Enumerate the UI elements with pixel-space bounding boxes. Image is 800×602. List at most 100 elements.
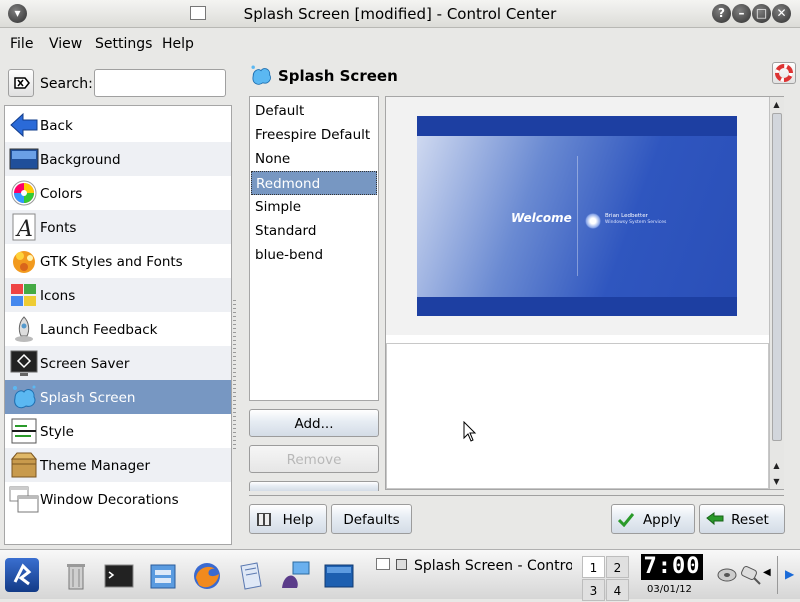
file-manager-icon[interactable] — [147, 560, 179, 592]
splash-preview-panel: Welcome Brian Ledbetter Windowsy System … — [386, 97, 769, 335]
add-button[interactable]: Add... — [249, 409, 379, 437]
menu-view[interactable]: View — [49, 36, 82, 52]
module-label: Theme Manager — [40, 458, 151, 474]
splash-screen-icon — [251, 65, 271, 85]
menu-help[interactable]: Help — [162, 36, 194, 52]
remove-button[interactable]: Remove — [249, 445, 379, 473]
trash-icon[interactable] — [60, 560, 92, 592]
task-app-icon — [376, 558, 390, 570]
scroll-up-icon[interactable]: ▲ — [770, 98, 783, 111]
menu-file[interactable]: File — [10, 36, 33, 52]
theme-item[interactable]: Default — [251, 99, 377, 123]
disk-icon[interactable] — [716, 564, 738, 586]
pager-desktop-3[interactable]: 3 — [582, 579, 605, 601]
module-item-fonts[interactable]: A Fonts — [5, 210, 231, 244]
reset-button-label: Reset — [731, 512, 769, 528]
mouse-cursor-icon — [463, 421, 477, 442]
search-input[interactable] — [94, 69, 226, 97]
start-menu-button[interactable] — [5, 558, 39, 592]
back-arrow-icon — [10, 112, 38, 138]
page-title: Splash Screen — [278, 67, 398, 85]
module-label: Launch Feedback — [40, 322, 158, 338]
module-label: Back — [40, 118, 73, 134]
taskbar-scroll-icon[interactable]: ▶ — [785, 567, 794, 581]
theme-item-selected[interactable]: Redmond — [251, 171, 377, 195]
tray-collapse-icon[interactable]: ◀ — [763, 567, 771, 578]
help-bottom-button[interactable]: Help — [249, 504, 327, 534]
splash-welcome-text: Welcome — [511, 211, 572, 225]
module-label: Screen Saver — [40, 356, 130, 372]
theme-item[interactable]: Freespire Default — [251, 123, 377, 147]
maximize-button[interactable]: □ — [752, 4, 771, 23]
pager-desktop-2[interactable]: 2 — [606, 556, 629, 578]
module-label: Style — [40, 424, 74, 440]
clear-search-button[interactable] — [8, 69, 34, 97]
splash-theme-list: Default Freespire Default None Redmond S… — [249, 96, 379, 401]
test-button-partial[interactable] — [249, 481, 379, 491]
desktop-preview-icon[interactable] — [323, 560, 355, 592]
tray-separator — [777, 556, 778, 594]
module-item-gtk-styles[interactable]: GTK Styles and Fonts — [5, 244, 231, 278]
theme-item[interactable]: Simple — [251, 195, 377, 219]
scroll-up-icon[interactable]: ▲ — [770, 459, 783, 472]
module-item-icons[interactable]: Icons — [5, 278, 231, 312]
module-item-window-decorations[interactable]: Window Decorations — [5, 482, 231, 516]
module-list: Back Background Colors A Fonts GTK Style… — [4, 105, 232, 545]
launch-feedback-icon — [15, 316, 33, 342]
theme-item[interactable]: None — [251, 147, 377, 171]
module-label: Window Decorations — [40, 492, 179, 508]
screen-saver-icon — [10, 350, 38, 376]
minimize-button[interactable]: – — [732, 4, 751, 23]
module-item-splash-screen[interactable]: Splash Screen — [5, 380, 231, 414]
image-editor-icon[interactable] — [279, 560, 311, 592]
module-label: Fonts — [40, 220, 77, 236]
scroll-thumb[interactable] — [772, 113, 782, 441]
terminal-icon[interactable] — [103, 560, 135, 592]
pager-desktop-4[interactable]: 4 — [606, 579, 629, 601]
module-item-screen-saver[interactable]: Screen Saver — [5, 346, 231, 380]
module-label: Icons — [40, 288, 76, 304]
reset-arrow-icon — [706, 512, 724, 526]
panel-splitter[interactable] — [233, 300, 236, 450]
document-viewer-icon[interactable] — [235, 560, 267, 592]
search-label: Search: — [40, 76, 93, 92]
splash-logo-icon — [585, 213, 601, 229]
theme-info-panel — [386, 343, 769, 489]
clock[interactable]: 7:00 — [641, 554, 703, 580]
firefox-icon[interactable] — [191, 560, 223, 592]
splash-subtitle: Windowsy System Services — [605, 220, 667, 225]
network-icon[interactable] — [740, 564, 762, 586]
scroll-down-icon[interactable]: ▼ — [770, 475, 783, 488]
theme-manager-icon — [10, 452, 38, 478]
close-button[interactable]: ✕ — [772, 4, 791, 23]
theme-item[interactable]: Standard — [251, 219, 377, 243]
taskbar: Splash Screen - Contro 1 2 3 4 7:00 03/0… — [0, 549, 800, 601]
module-item-background[interactable]: Background — [5, 142, 231, 176]
fonts-icon: A — [12, 213, 36, 242]
kde-start-icon — [13, 563, 32, 586]
separator — [249, 495, 784, 496]
module-item-colors[interactable]: Colors — [5, 176, 231, 210]
module-item-back[interactable]: Back — [5, 108, 231, 142]
lifebuoy-help-button[interactable] — [772, 62, 796, 84]
pager-desktop-1[interactable]: 1 — [582, 556, 605, 578]
apply-button[interactable]: Apply — [611, 504, 695, 534]
menu-settings[interactable]: Settings — [95, 36, 152, 52]
splash-user-name: Brian Ledbetter — [605, 213, 648, 219]
module-item-theme-manager[interactable]: Theme Manager — [5, 448, 231, 482]
module-item-style[interactable]: Style — [5, 414, 231, 448]
book-help-icon — [257, 513, 271, 526]
module-label: GTK Styles and Fonts — [40, 254, 183, 270]
reset-button[interactable]: Reset — [699, 504, 785, 534]
icons-icon — [11, 284, 36, 306]
task-button-label[interactable]: Splash Screen - Contro — [414, 558, 572, 574]
title-bar[interactable]: ▾ Splash Screen [modified] - Control Cen… — [0, 0, 800, 28]
module-item-launch-feedback[interactable]: Launch Feedback — [5, 312, 231, 346]
theme-item[interactable]: blue-bend — [251, 243, 377, 267]
defaults-button[interactable]: Defaults — [331, 504, 412, 534]
vertical-scrollbar[interactable]: ▲ ▲ ▼ — [769, 97, 784, 489]
help-button[interactable]: ? — [712, 4, 731, 23]
help-button-label: Help — [282, 512, 314, 528]
colors-icon — [11, 180, 37, 206]
splash-screen-icon — [13, 385, 36, 409]
